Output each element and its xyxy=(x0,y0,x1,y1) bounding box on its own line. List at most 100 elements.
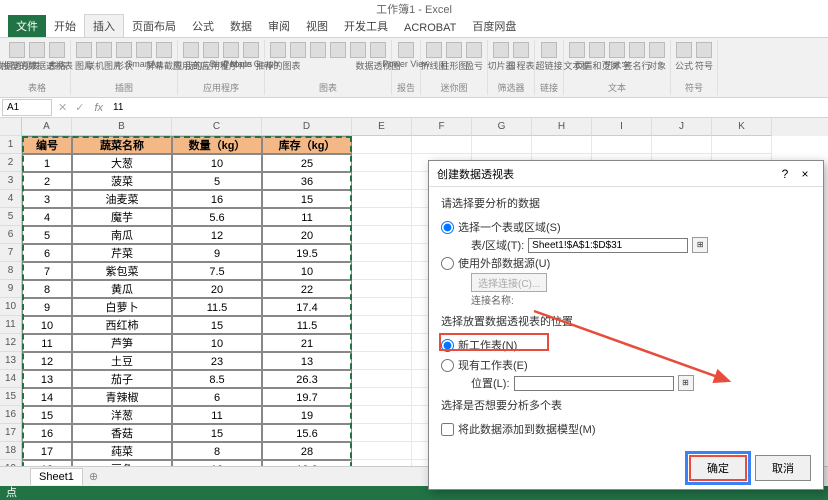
location-ref-icon[interactable]: ⊞ xyxy=(678,375,694,391)
tab-ACROBAT[interactable]: ACROBAT xyxy=(396,19,464,37)
cell[interactable] xyxy=(352,190,412,208)
cell[interactable]: 20 xyxy=(262,226,352,244)
cell[interactable]: 11.5 xyxy=(172,298,262,316)
cell[interactable] xyxy=(352,424,412,442)
cell[interactable]: 10 xyxy=(172,154,262,172)
select-all-corner[interactable] xyxy=(0,118,22,136)
row-header-13[interactable]: 13 xyxy=(0,352,22,370)
cell[interactable] xyxy=(352,226,412,244)
range-ref-icon[interactable]: ⊞ xyxy=(692,237,708,253)
cell[interactable]: 10 xyxy=(22,316,72,334)
cell[interactable]: 10 xyxy=(172,334,262,352)
cell[interactable]: 15 xyxy=(22,406,72,424)
row-header-14[interactable]: 14 xyxy=(0,370,22,388)
cell[interactable] xyxy=(352,316,412,334)
cell[interactable]: 白萝卜 xyxy=(72,298,172,316)
cell[interactable]: 11 xyxy=(22,334,72,352)
col-header-I[interactable]: I xyxy=(592,118,652,136)
cell[interactable]: 21 xyxy=(262,334,352,352)
radio-new-sheet[interactable]: 新工作表(N) xyxy=(441,335,811,355)
checkbox-datamodel[interactable]: 将此数据添加到数据模型(M) xyxy=(441,419,811,439)
cell[interactable]: 10 xyxy=(262,262,352,280)
sheet-tab[interactable]: Sheet1 xyxy=(30,468,83,485)
row-header-7[interactable]: 7 xyxy=(0,244,22,262)
cell[interactable] xyxy=(352,136,412,154)
cell[interactable]: 紫包菜 xyxy=(72,262,172,280)
tab-开始[interactable]: 开始 xyxy=(46,15,84,37)
cell[interactable]: 洋葱 xyxy=(72,406,172,424)
ribbon-btn-符号[interactable]: 符号 xyxy=(695,42,713,76)
dialog-titlebar[interactable]: 创建数据透视表 ? × xyxy=(429,161,823,187)
tab-百度网盘[interactable]: 百度网盘 xyxy=(464,15,524,37)
cell[interactable]: 7 xyxy=(22,262,72,280)
row-header-17[interactable]: 17 xyxy=(0,424,22,442)
row-header-1[interactable]: 1 xyxy=(0,136,22,154)
ribbon-btn-chart[interactable] xyxy=(309,42,327,76)
col-header-J[interactable]: J xyxy=(652,118,712,136)
cell[interactable]: 编号 xyxy=(22,136,72,154)
radio-select-range[interactable]: 选择一个表或区域(S) xyxy=(441,217,811,237)
cell[interactable] xyxy=(352,406,412,424)
cell[interactable]: 26.3 xyxy=(262,370,352,388)
cell[interactable]: 19.7 xyxy=(262,388,352,406)
cell[interactable]: 15 xyxy=(172,316,262,334)
cell[interactable]: 7.5 xyxy=(172,262,262,280)
cell[interactable]: 芹菜 xyxy=(72,244,172,262)
cell[interactable]: 11 xyxy=(262,208,352,226)
ribbon-btn-对象[interactable]: 对象 xyxy=(648,42,666,76)
cell[interactable] xyxy=(652,136,712,154)
cell[interactable]: 12 xyxy=(172,226,262,244)
cell[interactable] xyxy=(352,334,412,352)
cell[interactable] xyxy=(352,154,412,172)
col-header-A[interactable]: A xyxy=(22,118,72,136)
row-header-4[interactable]: 4 xyxy=(0,190,22,208)
ribbon-btn-推荐的图表[interactable]: 推荐的图表 xyxy=(269,42,287,76)
cell[interactable]: 20 xyxy=(172,280,262,298)
cancel-button[interactable]: 取消 xyxy=(755,455,811,481)
cell[interactable]: 土豆 xyxy=(72,352,172,370)
tab-开发工具[interactable]: 开发工具 xyxy=(336,15,396,37)
ribbon-btn-Power View[interactable]: Power View xyxy=(397,42,415,76)
cell[interactable] xyxy=(592,136,652,154)
col-header-D[interactable]: D xyxy=(262,118,352,136)
ok-button[interactable]: 确定 xyxy=(689,455,747,481)
cell[interactable]: 23 xyxy=(172,352,262,370)
cell[interactable]: 13 xyxy=(22,370,72,388)
row-header-11[interactable]: 11 xyxy=(0,316,22,334)
cell[interactable]: 11.5 xyxy=(262,316,352,334)
cell[interactable] xyxy=(352,208,412,226)
cell[interactable]: 茄子 xyxy=(72,370,172,388)
cell[interactable]: 15.6 xyxy=(262,424,352,442)
cell[interactable]: 西红柿 xyxy=(72,316,172,334)
ribbon-btn-柱形图[interactable]: 柱形图 xyxy=(445,42,463,76)
ribbon-btn-屏幕截图[interactable]: 屏幕截图 xyxy=(155,42,173,76)
cell[interactable]: 16 xyxy=(22,424,72,442)
cell[interactable]: 4 xyxy=(22,208,72,226)
cell[interactable]: 19.5 xyxy=(262,244,352,262)
cell[interactable]: 15 xyxy=(262,190,352,208)
ribbon-btn-推荐的数据透视表[interactable]: 推荐的数据透视表 xyxy=(28,42,46,76)
cell[interactable]: 19 xyxy=(262,406,352,424)
cell[interactable]: 芦笋 xyxy=(72,334,172,352)
cell[interactable]: 菠菜 xyxy=(72,172,172,190)
cell[interactable]: 5 xyxy=(22,226,72,244)
cell[interactable]: 9 xyxy=(172,244,262,262)
cell[interactable]: 莼菜 xyxy=(72,442,172,460)
cell[interactable]: 36 xyxy=(262,172,352,190)
cell[interactable]: 油麦菜 xyxy=(72,190,172,208)
cell[interactable] xyxy=(352,352,412,370)
cell[interactable]: 8 xyxy=(22,280,72,298)
row-header-8[interactable]: 8 xyxy=(0,262,22,280)
cell[interactable]: 香菇 xyxy=(72,424,172,442)
cell[interactable]: 5 xyxy=(172,172,262,190)
ribbon-btn-chart[interactable] xyxy=(289,42,307,76)
cell[interactable] xyxy=(352,388,412,406)
help-icon[interactable]: ? xyxy=(775,167,795,181)
row-header-9[interactable]: 9 xyxy=(0,280,22,298)
col-header-E[interactable]: E xyxy=(352,118,412,136)
ribbon-btn-盈亏[interactable]: 盈亏 xyxy=(465,42,483,76)
cell[interactable] xyxy=(352,280,412,298)
checkbox-model-input[interactable] xyxy=(441,423,454,436)
cell[interactable]: 数量（kg） xyxy=(172,136,262,154)
radio-range-input[interactable] xyxy=(441,221,454,234)
